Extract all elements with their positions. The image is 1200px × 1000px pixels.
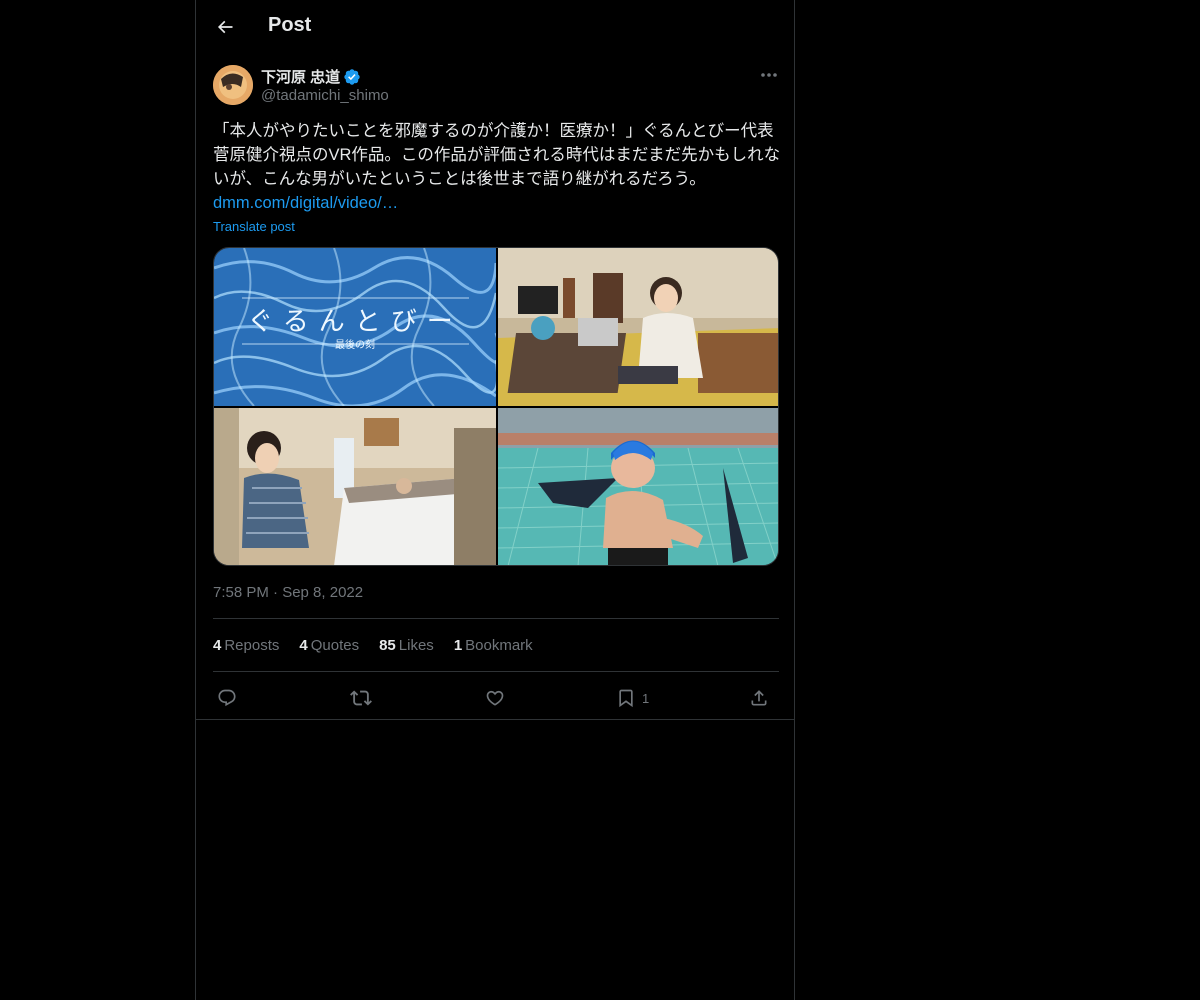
arrow-left-icon xyxy=(217,20,233,34)
post-link[interactable]: dmm.com/digital/video/… xyxy=(213,191,398,215)
post-text: 「本人がやりたいことを邪魔するのが介護か！医療か！」ぐるんとびー代表 菅原健介視… xyxy=(213,122,781,188)
share-button[interactable] xyxy=(749,683,769,713)
post-column: Post 下河原 忠道 @tadamichi_shimo 「本人がやりたいことを… xyxy=(195,0,795,1000)
avatar-image xyxy=(213,65,253,105)
share-icon xyxy=(751,690,767,706)
translate-post-link[interactable]: Translate post xyxy=(213,219,295,234)
reply-icon xyxy=(218,689,236,707)
quotes-label: Quotes xyxy=(310,637,360,654)
action-bar: 1 xyxy=(213,683,779,713)
title-card-image: ぐるんとびー 最後の刻 xyxy=(214,248,496,406)
verified-badge-icon xyxy=(344,68,360,85)
quotes-count: 4 xyxy=(299,637,308,654)
media-subtitle-text: 最後の刻 xyxy=(335,338,375,351)
page-title: Post xyxy=(268,14,312,36)
media-image-hospital-room[interactable] xyxy=(214,408,496,565)
post-bottom-divider xyxy=(196,719,794,720)
hospital-room-image xyxy=(214,408,496,565)
media-image-title-card[interactable]: ぐるんとびー 最後の刻 xyxy=(214,248,496,406)
stat-quotes[interactable]: 4 Quotes xyxy=(299,637,359,654)
bookmarks-label: Bookmark xyxy=(465,637,533,654)
stats-top-divider xyxy=(213,618,779,619)
likes-count: 85 xyxy=(379,637,396,654)
reply-button[interactable] xyxy=(217,683,237,713)
likes-label: Likes xyxy=(398,637,434,654)
engagement-stats: 4 Reposts 4 Quotes 85 Likes 1 Bookmark xyxy=(213,637,533,654)
media-title-text: ぐるんとびー xyxy=(247,307,462,337)
bookmark-count: 1 xyxy=(642,690,650,706)
stat-likes[interactable]: 85 Likes xyxy=(379,637,434,654)
author-display-name[interactable]: 下河原 忠道 xyxy=(261,66,340,87)
more-options-button[interactable] xyxy=(754,64,784,86)
more-dots-icon xyxy=(761,73,777,77)
bookmark-button[interactable]: 1 xyxy=(616,683,649,713)
reposts-count: 4 xyxy=(213,637,222,654)
stat-reposts[interactable]: 4 Reposts xyxy=(213,637,279,654)
author-name[interactable]: 下河原 忠道 xyxy=(261,66,361,87)
avatar[interactable] xyxy=(213,65,253,105)
repost-button[interactable] xyxy=(350,683,372,713)
heart-icon xyxy=(486,690,504,706)
media-grid: ぐるんとびー 最後の刻 xyxy=(213,247,779,566)
author-handle[interactable]: @tadamichi_shimo xyxy=(261,87,389,104)
reposts-label: Reposts xyxy=(224,637,280,654)
like-button[interactable] xyxy=(485,683,505,713)
media-image-swimming-pool[interactable] xyxy=(498,408,778,565)
bookmarks-count: 1 xyxy=(453,637,463,654)
bookmark-icon xyxy=(619,689,633,708)
swimming-pool-image xyxy=(498,408,778,565)
living-room-image xyxy=(498,248,778,406)
stats-bottom-divider xyxy=(213,671,779,672)
back-button[interactable] xyxy=(210,12,240,42)
stat-bookmarks[interactable]: 1 Bookmark xyxy=(454,637,533,654)
repost-icon xyxy=(350,690,372,706)
media-image-living-room[interactable] xyxy=(498,248,778,406)
post-header: Post xyxy=(196,0,794,54)
post-timestamp[interactable]: 7:58 PM · Sep 8, 2022 xyxy=(213,584,363,601)
